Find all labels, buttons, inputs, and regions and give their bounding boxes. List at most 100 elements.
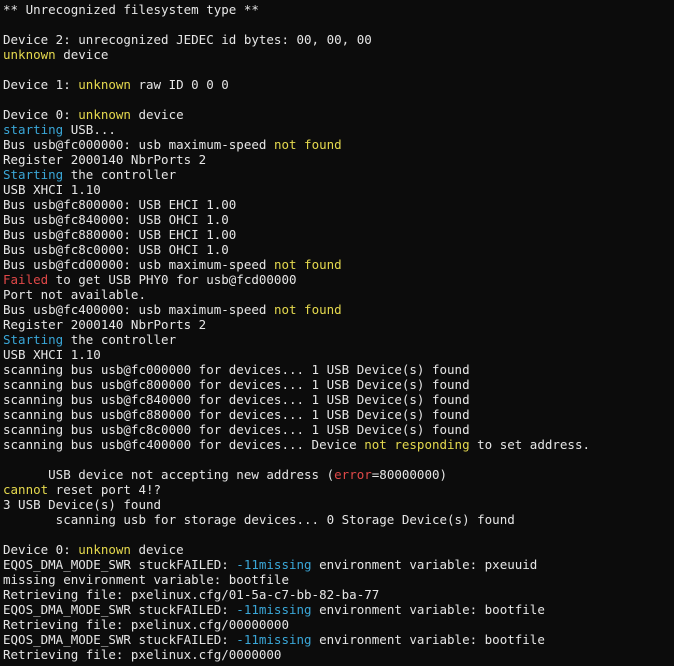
terminal-line: EQOS_DMA_MODE_SWR stuckFAILED: -11missin… (3, 602, 674, 617)
highlighted-text-red: Failed (3, 272, 49, 287)
terminal-line: Bus usb@fc8c0000: USB OHCI 1.0 (3, 242, 674, 257)
highlighted-text-cyan: Starting (3, 332, 64, 347)
highlighted-text-cyan: Starting (3, 167, 64, 182)
terminal-line: Bus usb@fc000000: usb maximum-speed not … (3, 137, 674, 152)
terminal-line: Bus usb@fc840000: USB OHCI 1.0 (3, 212, 674, 227)
terminal-text: Device 2: unrecognized JEDEC id bytes: 0… (3, 32, 372, 47)
terminal-line: Bus usb@fcd00000: usb maximum-speed not … (3, 257, 674, 272)
terminal-text: device (130, 107, 184, 122)
terminal-line: Retrieving file: pxelinux.cfg/0000000 (3, 647, 674, 662)
terminal-line: Bus usb@fc800000: USB EHCI 1.00 (3, 197, 674, 212)
terminal-line: scanning bus usb@fc880000 for devices...… (3, 407, 674, 422)
terminal-line: Register 2000140 NbrPorts 2 (3, 152, 674, 167)
terminal-line: scanning bus usb@fc400000 for devices...… (3, 437, 674, 452)
terminal-text: to set address. (469, 437, 591, 452)
highlighted-text-red: error (334, 467, 372, 482)
terminal-text: device (130, 542, 184, 557)
terminal-text: scanning bus usb@fc000000 for devices...… (3, 362, 470, 377)
highlighted-text-cyan: -11missing (236, 557, 312, 572)
terminal-text: Retrieving file: pxelinux.cfg/00000000 (3, 617, 289, 632)
terminal-line: cannot reset port 4!? (3, 482, 674, 497)
highlighted-text-yellow: unknown (78, 77, 131, 92)
highlighted-text-yellow: not found (273, 137, 342, 152)
terminal-line: Starting the controller (3, 167, 674, 182)
terminal-text: missing environment variable: bootfile (3, 572, 289, 587)
terminal-text: Device 1: (3, 77, 79, 92)
terminal-text: Bus usb@fc400000: usb maximum-speed (3, 302, 274, 317)
terminal-text: Bus usb@fc800000: USB EHCI 1.00 (3, 197, 237, 212)
terminal-line: USB device not accepting new address (er… (3, 467, 674, 482)
highlighted-text-yellow: unknown (78, 542, 131, 557)
terminal-text: Retrieving file: pxelinux.cfg/01-5a-c7-b… (3, 587, 380, 602)
terminal-text: USB device not accepting new address ( (3, 467, 335, 482)
terminal-text: scanning bus usb@fc8c0000 for devices...… (3, 422, 470, 437)
terminal-line: scanning bus usb@fc8c0000 for devices...… (3, 422, 674, 437)
terminal-text: USB... (63, 122, 116, 137)
terminal-line: Device 1: unknown raw ID 0 0 0 (3, 77, 674, 92)
terminal-text: Bus usb@fc8c0000: USB OHCI 1.0 (3, 242, 229, 257)
terminal-text: scanning bus usb@fc840000 for devices...… (3, 392, 470, 407)
terminal-text: =80000000) (371, 467, 448, 482)
terminal-text: USB XHCI 1.10 (3, 347, 101, 362)
terminal-text: Retrieving file: pxelinux.cfg/0000000 (3, 647, 282, 662)
terminal-text: environment variable: bootfile (311, 602, 545, 617)
terminal-line: Device 0: unknown device (3, 107, 674, 122)
terminal-line: Starting the controller (3, 332, 674, 347)
terminal-window[interactable]: ** Unrecognized filesystem type ** Devic… (0, 0, 674, 666)
terminal-line: Failed to get USB PHY0 for usb@fcd00000 (3, 272, 674, 287)
highlighted-text-yellow: not found (273, 257, 342, 272)
terminal-line: scanning usb for storage devices... 0 St… (3, 512, 674, 527)
terminal-text: to get USB PHY0 for usb@fcd00000 (48, 272, 297, 287)
terminal-line: ** Unrecognized filesystem type ** (3, 2, 674, 17)
terminal-output: ** Unrecognized filesystem type ** Devic… (3, 2, 674, 662)
terminal-text: the controller (63, 332, 177, 347)
terminal-line: USB XHCI 1.10 (3, 182, 674, 197)
terminal-line: starting USB... (3, 122, 674, 137)
terminal-text: reset port 4!? (48, 482, 162, 497)
highlighted-text-yellow: not found (273, 302, 342, 317)
terminal-line: EQOS_DMA_MODE_SWR stuckFAILED: -11missin… (3, 557, 674, 572)
terminal-line: Port not available. (3, 287, 674, 302)
terminal-text: scanning bus usb@fc880000 for devices...… (3, 407, 470, 422)
terminal-text: EQOS_DMA_MODE_SWR stuckFAILED: (3, 632, 237, 647)
terminal-text: Port not available. (3, 287, 146, 302)
terminal-text: Device 0: (3, 107, 79, 122)
terminal-line: Register 2000140 NbrPorts 2 (3, 317, 674, 332)
highlighted-text-yellow: not responding (364, 437, 470, 452)
terminal-text: scanning bus usb@fc400000 for devices...… (3, 437, 365, 452)
terminal-text: 3 USB Device(s) found (3, 497, 162, 512)
terminal-text: raw ID 0 0 0 (130, 77, 229, 92)
terminal-text: the controller (63, 167, 177, 182)
terminal-line: scanning bus usb@fc800000 for devices...… (3, 377, 674, 392)
terminal-line: Device 2: unrecognized JEDEC id bytes: 0… (3, 32, 674, 47)
terminal-text: Bus usb@fc880000: USB EHCI 1.00 (3, 227, 237, 242)
terminal-text: ** Unrecognized filesystem type ** (3, 2, 259, 17)
terminal-text: EQOS_DMA_MODE_SWR stuckFAILED: (3, 557, 237, 572)
terminal-line: missing environment variable: bootfile (3, 572, 674, 587)
highlighted-text-yellow: cannot (3, 482, 49, 497)
terminal-text: environment variable: pxeuuid (311, 557, 538, 572)
terminal-text: USB XHCI 1.10 (3, 182, 101, 197)
terminal-text: Bus usb@fc840000: USB OHCI 1.0 (3, 212, 229, 227)
terminal-line: unknown device (3, 47, 674, 62)
highlighted-text-cyan: -11missing (236, 602, 312, 617)
terminal-text: Device 0: (3, 542, 79, 557)
terminal-text: Bus usb@fcd00000: usb maximum-speed (3, 257, 274, 272)
highlighted-text-yellow: unknown (78, 107, 131, 122)
terminal-line: USB XHCI 1.10 (3, 347, 674, 362)
terminal-text: Register 2000140 NbrPorts 2 (3, 317, 207, 332)
terminal-text: Register 2000140 NbrPorts 2 (3, 152, 207, 167)
terminal-line: EQOS_DMA_MODE_SWR stuckFAILED: -11missin… (3, 632, 674, 647)
terminal-text: device (55, 47, 109, 62)
terminal-line: scanning bus usb@fc840000 for devices...… (3, 392, 674, 407)
terminal-line: 3 USB Device(s) found (3, 497, 674, 512)
terminal-line: Bus usb@fc400000: usb maximum-speed not … (3, 302, 674, 317)
terminal-text: Bus usb@fc000000: usb maximum-speed (3, 137, 274, 152)
highlighted-text-yellow: unknown (3, 47, 56, 62)
highlighted-text-cyan: -11missing (236, 632, 312, 647)
